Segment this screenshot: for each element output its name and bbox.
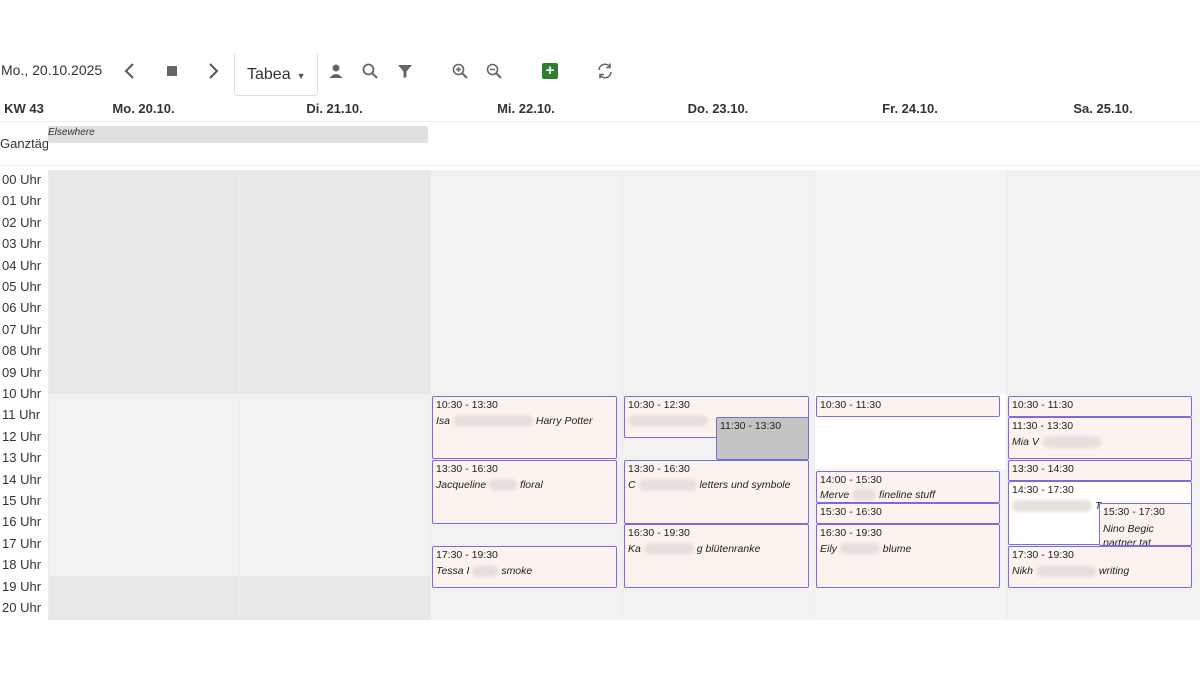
day-column-mon[interactable] xyxy=(48,170,239,620)
allday-label: Ganztägig xyxy=(0,136,48,151)
appointment[interactable]: 14:00 - 15:30 Merve fineline stuff xyxy=(816,471,1000,503)
hour-label: 12 Uhr xyxy=(2,428,42,444)
appointment[interactable]: 13:30 - 14:30 xyxy=(1008,460,1192,481)
search-icon[interactable] xyxy=(360,61,380,81)
hour-label: 10 Uhr xyxy=(2,386,42,401)
day-header-thu[interactable]: Do. 23.10. xyxy=(622,96,814,122)
appointment[interactable]: 16:30 - 19:30 Ka g blütenranke xyxy=(624,524,809,588)
appointment-blocked[interactable]: 11:30 - 13:30 xyxy=(716,417,809,460)
hour-label: 13 Uhr xyxy=(2,450,42,466)
allday-event[interactable]: Elsewhere xyxy=(48,126,428,143)
day-header-fri[interactable]: Fr. 24.10. xyxy=(814,96,1006,122)
stop-icon[interactable] xyxy=(162,61,182,81)
hour-label: 15 Uhr xyxy=(2,493,42,508)
hour-label: 14 Uhr xyxy=(2,471,42,487)
allday-row: Ganztägig Elsewhere xyxy=(0,123,1200,166)
person-icon[interactable] xyxy=(326,61,346,81)
day-header-sat[interactable]: Sa. 25.10. xyxy=(1006,96,1200,122)
day-header-tue[interactable]: Di. 21.10. xyxy=(239,96,430,122)
add-icon: + xyxy=(542,63,558,79)
hour-label: 04 Uhr xyxy=(2,257,42,273)
week-calendar: KW 43 Mo. 20.10. Di. 21.10. Mi. 22.10. D… xyxy=(0,96,1200,620)
hour-label: 17 Uhr xyxy=(2,535,42,551)
appointment[interactable]: 10:30 - 11:30 xyxy=(816,396,1000,417)
hour-label: 03 Uhr xyxy=(2,236,42,252)
chevron-right-icon[interactable] xyxy=(203,61,223,81)
add-event-button[interactable]: + xyxy=(542,63,558,79)
hour-label: 08 Uhr xyxy=(2,343,42,359)
appointment[interactable]: 10:30 - 11:30 xyxy=(1008,396,1192,417)
zoom-out-icon[interactable] xyxy=(484,61,504,81)
hour-label: 16 Uhr xyxy=(2,514,42,530)
week-number: KW 43 xyxy=(0,96,48,122)
hour-label: 07 Uhr xyxy=(2,321,42,337)
appointment[interactable]: 16:30 - 19:30 Eily blume xyxy=(816,524,1000,588)
hour-label: 06 Uhr xyxy=(2,300,42,316)
toolbar: Mo., 20.10.2025 Tabea ▼ + xyxy=(0,50,1200,96)
appointment[interactable]: 17:30 - 19:30 Tessa I smoke xyxy=(432,546,617,588)
hour-label: 05 Uhr xyxy=(2,279,42,294)
current-date[interactable]: Mo., 20.10.2025 xyxy=(1,62,102,78)
hour-label: 11 Uhr xyxy=(2,407,41,423)
hour-label: 18 Uhr xyxy=(2,557,42,573)
time-grid: 00 Uhr 01 Uhr 02 Uhr 03 Uhr 04 Uhr 05 Uhr 06 U… xyxy=(0,170,1200,620)
zoom-in-icon[interactable] xyxy=(450,61,470,81)
hour-label: 09 Uhr xyxy=(2,364,42,380)
refresh-icon[interactable] xyxy=(595,61,615,81)
appointment[interactable]: 17:30 - 19:30 Nikh writing xyxy=(1008,546,1192,588)
hour-label: 20 Uhr xyxy=(2,600,42,615)
appointment[interactable]: 10:30 - 13:30 Isa Harry Potter xyxy=(432,396,617,459)
hour-label: 02 Uhr xyxy=(2,214,42,230)
filter-icon[interactable] xyxy=(395,61,415,81)
appointment[interactable]: 11:30 - 13:30 Mia V xyxy=(1008,417,1192,459)
appointment[interactable]: 13:30 - 16:30 C letters und symbole xyxy=(624,460,809,524)
appointment[interactable]: 15:30 - 16:30 xyxy=(816,503,1000,524)
day-header-wed[interactable]: Mi. 22.10. xyxy=(430,96,622,122)
resource-label: Tabea xyxy=(247,65,291,83)
appointment[interactable]: 13:30 - 16:30 Jacqueline floral xyxy=(432,460,617,524)
resource-dropdown[interactable]: Tabea ▼ xyxy=(234,54,318,96)
chevron-left-icon[interactable] xyxy=(120,61,140,81)
hour-label: 01 Uhr xyxy=(2,193,42,209)
appointment[interactable]: 15:30 - 17:30 Nino Begic partner tat xyxy=(1099,503,1192,546)
day-header-mon[interactable]: Mo. 20.10. xyxy=(48,96,239,122)
hour-label: 00 Uhr xyxy=(2,172,42,187)
caret-down-icon: ▼ xyxy=(296,71,306,81)
hour-label: 19 Uhr xyxy=(2,578,42,594)
day-column-tue[interactable] xyxy=(239,170,430,620)
